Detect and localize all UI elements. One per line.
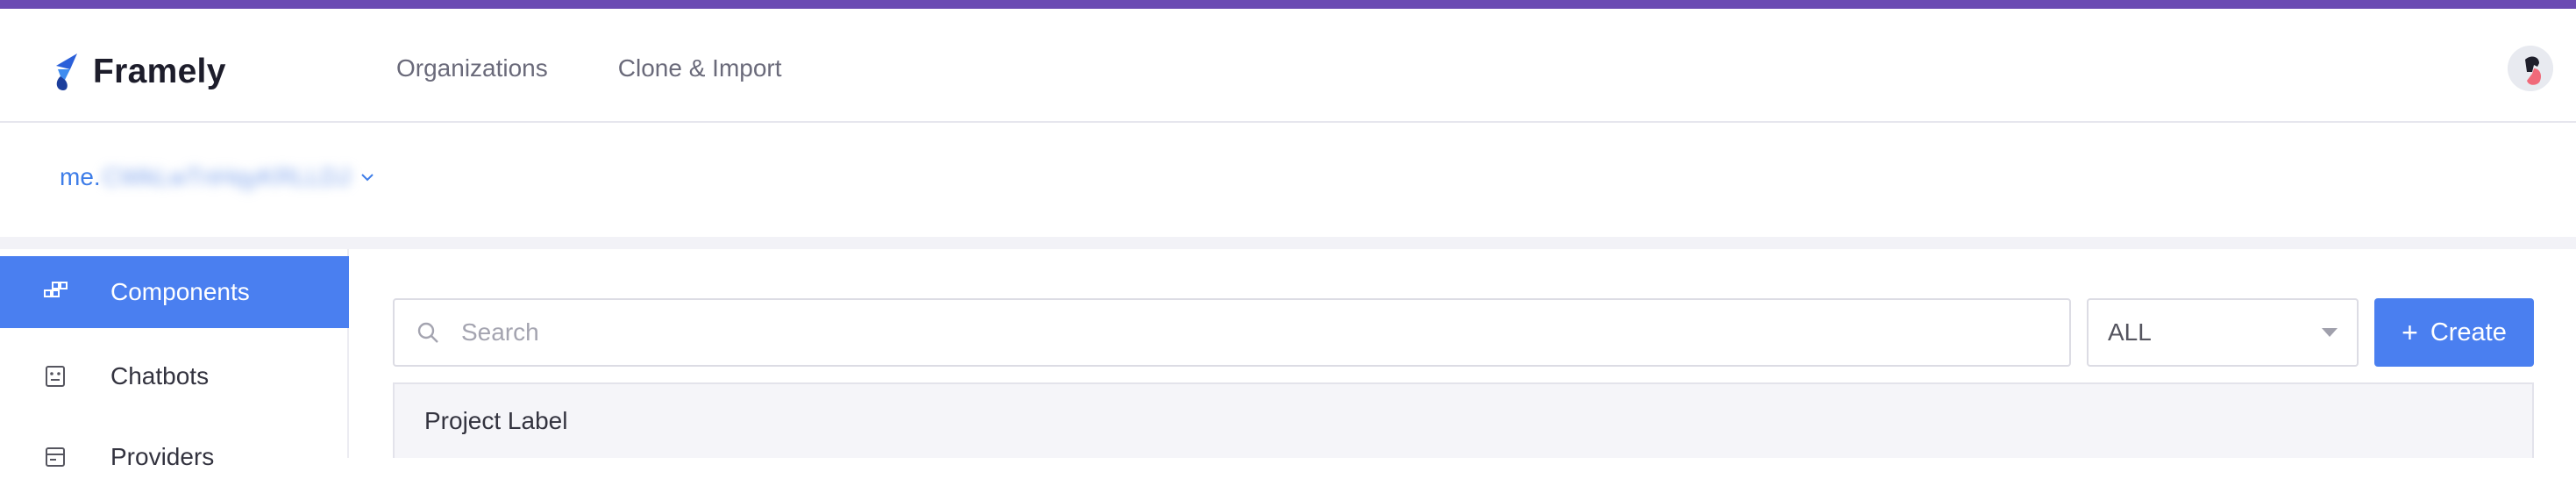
org-id: CWkLwTnHqyKRLLDJ — [102, 163, 351, 190]
plus-icon: + — [2402, 317, 2418, 348]
components-icon — [42, 279, 68, 305]
app-name: Framely — [93, 53, 226, 90]
nav-clone-import[interactable]: Clone & Import — [618, 54, 782, 82]
app-logo[interactable]: Framely — [51, 46, 226, 98]
sidebar-item-components[interactable]: Components — [0, 256, 349, 328]
column-header-project-label[interactable]: Project Label — [424, 407, 567, 435]
app-header: Framely Organizations Clone & Import — [0, 9, 2576, 123]
filter-selected-value: ALL — [2108, 318, 2152, 346]
user-avatar[interactable] — [2508, 46, 2553, 91]
org-selector[interactable]: me. CWkLwTnHqyKRLLDJ — [60, 163, 375, 191]
create-button-label: Create — [2430, 318, 2507, 347]
org-bar: me. CWkLwTnHqyKRLLDJ — [0, 123, 2576, 237]
search-box[interactable] — [393, 298, 2071, 367]
table-header: Project Label — [393, 382, 2534, 458]
caret-down-icon — [2322, 328, 2338, 337]
framely-logo-icon — [56, 54, 77, 90]
sidebar-item-label: Chatbots — [110, 362, 210, 389]
sidebar-item-label: Providers — [110, 443, 215, 470]
search-icon — [417, 322, 438, 343]
sidebar-item-chatbots[interactable]: Chatbots — [0, 340, 349, 412]
search-input[interactable] — [459, 318, 2041, 347]
user-avatar-icon — [2508, 46, 2553, 91]
sidebar-item-providers[interactable]: Providers — [0, 421, 349, 493]
providers-icon — [42, 444, 68, 470]
sidebar: Components Chatbots Providers — [0, 249, 349, 470]
filter-select[interactable]: ALL — [2087, 298, 2359, 367]
org-prefix: me. — [60, 163, 101, 190]
section-divider — [0, 237, 2576, 249]
top-nav: Organizations Clone & Import — [396, 54, 782, 82]
chevron-down-icon — [361, 174, 374, 182]
main-content: ALL + Create Project Label — [349, 249, 2576, 458]
nav-organizations[interactable]: Organizations — [396, 54, 548, 82]
top-accent-bar — [0, 0, 2576, 9]
sidebar-item-label: Components — [110, 278, 250, 305]
chatbot-icon — [42, 363, 68, 389]
create-button[interactable]: + Create — [2374, 298, 2534, 367]
